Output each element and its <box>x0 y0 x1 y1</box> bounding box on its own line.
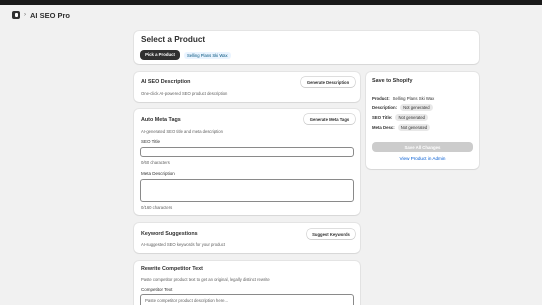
ai-description-subtitle: One-click AI-powered SEO product descrip… <box>141 91 228 96</box>
product-key: Product: <box>372 96 390 101</box>
meta-desc-field: Meta Desc: Not generated <box>372 124 431 131</box>
ai-description-title: AI SEO Description <box>141 79 191 85</box>
competitor-text-placeholder: Paste competitor product description her… <box>145 298 229 303</box>
select-product-title: Select a Product <box>141 35 206 44</box>
ai-description-card: AI SEO Description Generate Description … <box>134 72 360 102</box>
competitor-text-textarea[interactable]: Paste competitor product description her… <box>140 294 354 305</box>
seo-title-status-badge: Not generated <box>395 114 429 121</box>
competitor-text-label: Competitor Text <box>141 287 173 292</box>
meta-description-counter: 0/160 characters <box>141 205 173 210</box>
selected-product-badge: Selling Plans Ski Wax <box>184 51 231 59</box>
meta-tags-card: Auto Meta Tags Generate Meta Tags AI-gen… <box>134 109 360 215</box>
product-field: Product: Selling Plans Ski Wax <box>372 96 434 101</box>
competitor-title: Rewrite Competitor Text <box>141 266 203 272</box>
save-to-shopify-title: Save to Shopify <box>372 78 413 84</box>
meta-desc-key: Meta Desc: <box>372 125 395 130</box>
keywords-card: Keyword Suggestions Suggest Keywords AI-… <box>134 223 360 253</box>
meta-tags-title: Auto Meta Tags <box>141 117 181 123</box>
seo-title-key: SEO Title: <box>372 115 393 120</box>
seo-title-label: SEO Title <box>141 139 161 144</box>
app-header: › AI SEO Pro <box>12 10 70 20</box>
description-status-badge: Not generated <box>400 104 433 111</box>
meta-description-label: Meta Description <box>141 171 175 176</box>
top-bar <box>0 0 542 5</box>
save-all-changes-button[interactable]: Save All Changes <box>372 142 473 152</box>
pick-product-button[interactable]: Pick a Product <box>140 50 180 60</box>
keywords-title: Keyword Suggestions <box>141 231 198 237</box>
description-key: Description: <box>372 105 398 110</box>
seo-title-field: SEO Title: Not generated <box>372 114 429 121</box>
meta-desc-status-badge: Not generated <box>397 124 431 131</box>
seo-title-input[interactable] <box>140 147 354 157</box>
app-title: AI SEO Pro <box>30 10 71 20</box>
save-to-shopify-card: Save to Shopify Product: Selling Plans S… <box>366 72 479 169</box>
view-product-in-admin-link[interactable]: View Product in Admin <box>372 156 473 161</box>
chevron-right-icon: › <box>24 12 26 18</box>
product-value: Selling Plans Ski Wax <box>392 96 435 101</box>
meta-tags-subtitle: AI-generated SEO title and meta descript… <box>141 129 223 134</box>
competitor-subtitle: Paste competitor product text to get an … <box>141 277 270 282</box>
description-field: Description: Not generated <box>372 104 433 111</box>
seo-title-counter: 0/60 characters <box>141 160 170 165</box>
generate-meta-tags-button[interactable]: Generate Meta Tags <box>304 114 355 124</box>
keywords-subtitle: AI-suggested SEO keywords for your produ… <box>141 242 226 247</box>
app-logo-icon <box>12 11 20 19</box>
select-product-card: Select a Product Pick a Product Selling … <box>134 31 479 64</box>
generate-description-button[interactable]: Generate Description <box>301 77 355 87</box>
meta-description-textarea[interactable] <box>140 179 354 202</box>
competitor-card: Rewrite Competitor Text Paste competitor… <box>134 261 360 305</box>
suggest-keywords-button[interactable]: Suggest Keywords <box>307 229 355 239</box>
